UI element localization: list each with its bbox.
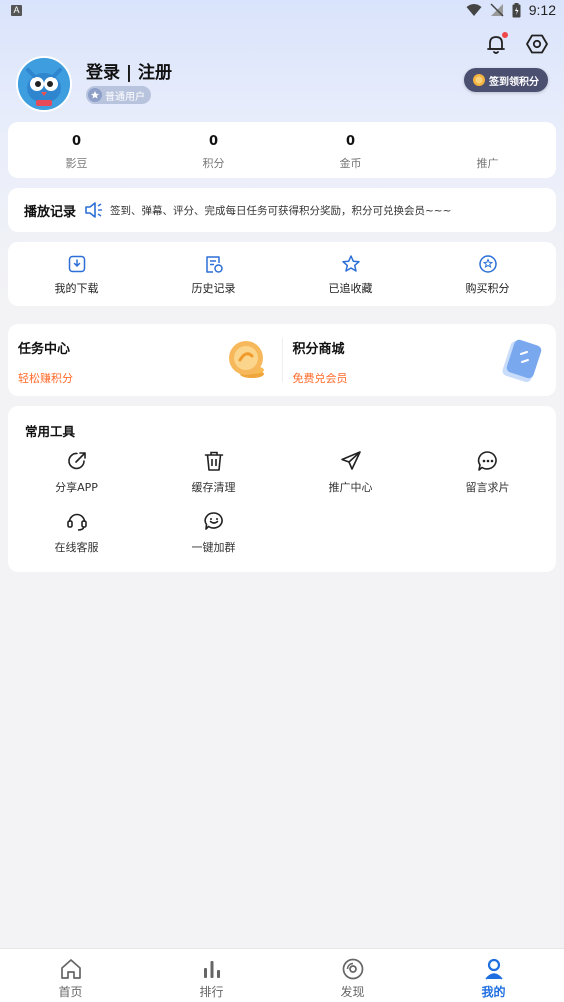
- speaker-icon: [85, 202, 103, 218]
- quick-actions-card: 我的下载 历史记录 已追收藏 购买积分: [8, 242, 556, 306]
- battery-icon: [512, 2, 521, 17]
- stat-label: 影豆: [65, 157, 88, 170]
- star-icon: [341, 255, 360, 272]
- chat-icon: [477, 451, 497, 471]
- nav-label: 排行: [199, 985, 224, 999]
- quick-item-label: 已追收藏: [328, 282, 373, 295]
- stats-card: 0 影豆 0 积分 0 金币 推广: [8, 122, 556, 178]
- stat-value: 0: [208, 134, 219, 149]
- ranking-icon: [203, 961, 220, 978]
- tool-request-movie[interactable]: 留言求片: [419, 450, 556, 495]
- user-level-label: 普通用户: [105, 91, 145, 103]
- tool-join-group[interactable]: 一键加群: [145, 510, 282, 555]
- quick-item-buy-points[interactable]: 购买积分: [419, 242, 556, 306]
- stat-label: 推广: [476, 157, 499, 170]
- trash-icon: [204, 451, 223, 471]
- stat-label: 积分: [202, 157, 225, 170]
- playback-record-title: 播放记录: [24, 204, 77, 220]
- history-icon: [205, 256, 223, 273]
- tool-share-app[interactable]: 分享APP: [8, 450, 145, 495]
- nav-home[interactable]: 首页: [0, 949, 141, 1002]
- stat-value: 0: [71, 134, 82, 149]
- wifi-icon: [466, 4, 482, 16]
- playback-record-card[interactable]: 播放记录 签到、弹幕、评分、完成每日任务可获得积分奖励，积分可兑换会员~~~: [8, 188, 556, 232]
- nav-ranking[interactable]: 排行: [141, 949, 282, 1002]
- points-mall-entry[interactable]: 积分商城 免费兑会员: [283, 324, 557, 396]
- no-signal-icon: [490, 3, 504, 17]
- stat-beans[interactable]: 0 影豆: [8, 122, 145, 178]
- discover-icon: [342, 958, 363, 980]
- nav-discover[interactable]: 发现: [282, 949, 423, 1002]
- bottom-navigation: 首页 排行 发现 我的: [0, 948, 564, 1002]
- coin-small-icon: [473, 74, 485, 86]
- card-icon: [502, 339, 542, 383]
- headset-icon: [66, 513, 87, 531]
- tool-label: 缓存清理: [191, 481, 236, 494]
- settings-icon[interactable]: [525, 32, 549, 56]
- tool-promotion-center[interactable]: 推广中心: [282, 450, 419, 495]
- common-tools-heading: 常用工具: [25, 424, 76, 439]
- home-icon: [60, 959, 81, 979]
- common-tools-card: 常用工具 分享APP 缓存清理 推广中心 留言求片 在线客服 一键加群: [8, 406, 556, 572]
- quick-item-label: 购买积分: [465, 282, 510, 295]
- mascot-avatar-icon: [18, 58, 70, 110]
- quick-item-label: 我的下载: [54, 282, 99, 295]
- tool-label: 在线客服: [54, 541, 99, 554]
- send-icon: [340, 451, 361, 470]
- group-chat-icon: [203, 512, 223, 530]
- nav-label: 首页: [58, 985, 83, 999]
- stat-coins[interactable]: 0 金币: [282, 122, 419, 178]
- stat-value: 0: [345, 134, 356, 149]
- points-icon: [478, 255, 497, 273]
- coin-icon: [228, 341, 264, 378]
- tool-label: 留言求片: [465, 481, 510, 494]
- quick-item-favorites[interactable]: 已追收藏: [282, 242, 419, 306]
- signin-points-label: 签到领积分: [489, 76, 539, 88]
- notification-dot: [502, 32, 508, 38]
- download-icon: [68, 255, 85, 273]
- status-bar: A 9:12: [0, 0, 564, 24]
- shield-star-icon: [88, 88, 102, 102]
- stat-promotion[interactable]: 推广: [419, 122, 556, 178]
- nav-label: 发现: [340, 985, 365, 999]
- notification-a-icon: A: [11, 5, 22, 16]
- tool-label: 一键加群: [191, 541, 236, 554]
- stat-value: [419, 134, 556, 150]
- tool-label: 推广中心: [328, 481, 373, 494]
- signin-points-button[interactable]: 签到领积分: [464, 68, 548, 92]
- clock: 9:12: [528, 2, 556, 18]
- points-notice-text: 签到、弹幕、评分、完成每日任务可获得积分奖励，积分可兑换会员~~~: [110, 204, 452, 217]
- quick-item-downloads[interactable]: 我的下载: [8, 242, 145, 306]
- task-center-entry[interactable]: 任务中心 轻松赚积分: [8, 324, 282, 396]
- user-level-badge: 普通用户: [86, 86, 151, 104]
- task-points-card: 任务中心 轻松赚积分 积分商城 免费兑会员: [8, 324, 556, 396]
- avatar[interactable]: [16, 56, 72, 112]
- tool-label: 分享APP: [55, 481, 98, 494]
- quick-item-history[interactable]: 历史记录: [145, 242, 282, 306]
- quick-item-label: 历史记录: [191, 282, 236, 295]
- tool-clear-cache[interactable]: 缓存清理: [145, 450, 282, 495]
- stat-points[interactable]: 0 积分: [145, 122, 282, 178]
- nav-profile[interactable]: 我的: [423, 949, 564, 1002]
- tool-customer-service[interactable]: 在线客服: [8, 510, 145, 555]
- nav-label: 我的: [481, 985, 506, 999]
- login-register-link[interactable]: 登录 | 注册: [86, 58, 172, 83]
- profile-icon: [484, 958, 503, 980]
- stat-label: 金币: [339, 157, 362, 170]
- share-icon: [67, 452, 86, 470]
